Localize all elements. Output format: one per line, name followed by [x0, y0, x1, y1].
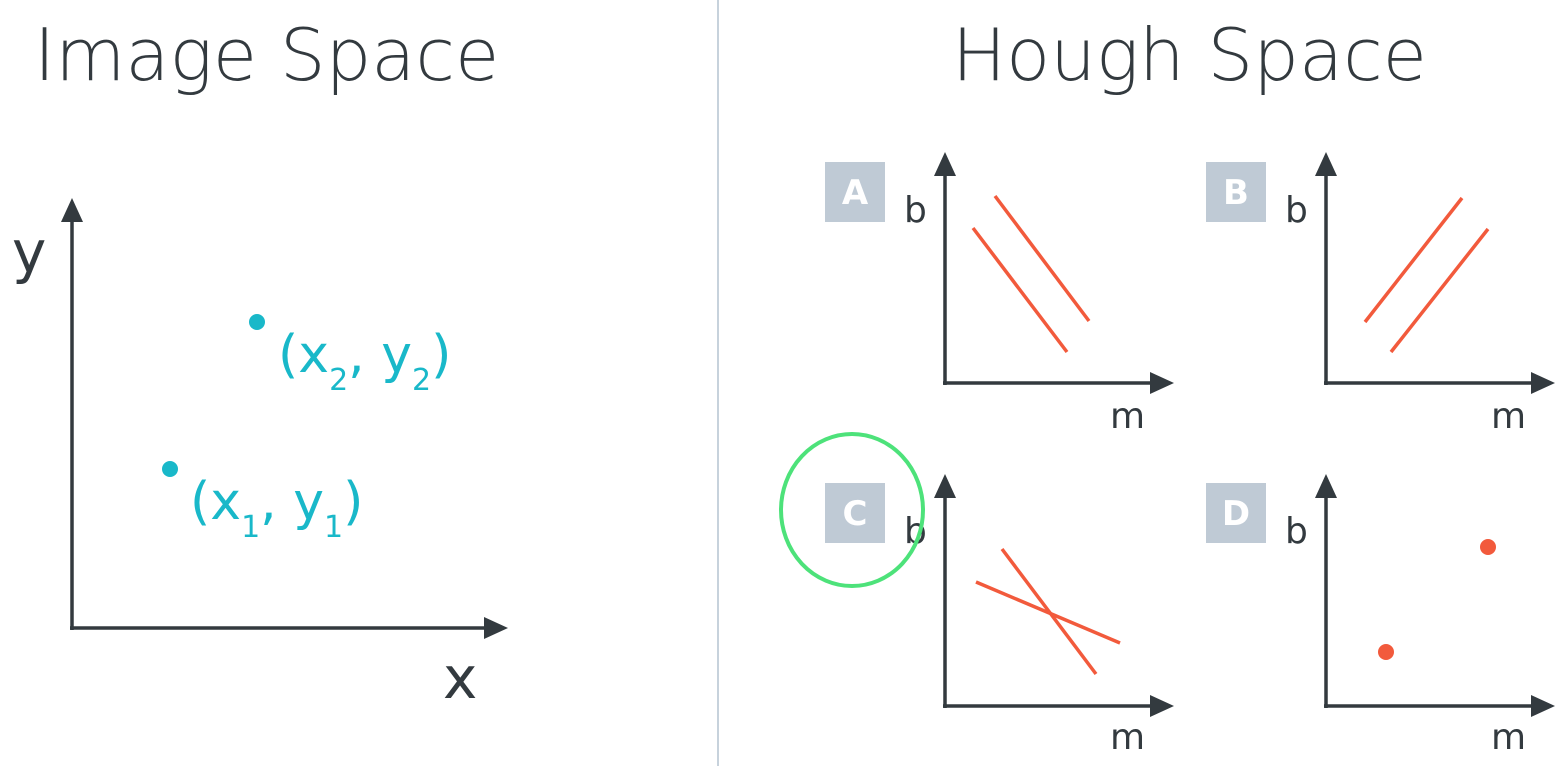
- point-1-label: (x1, y1): [190, 472, 363, 545]
- panel-a-m-label: m: [1110, 396, 1145, 437]
- image-y-label: y: [12, 218, 46, 286]
- panel-b-line-1: [1363, 196, 1464, 324]
- panel-b-y-arrow: [1315, 152, 1337, 176]
- panel-a[interactable]: A b m: [825, 152, 1174, 437]
- panel-d-x-arrow: [1531, 695, 1555, 717]
- panel-d-y-arrow: [1315, 474, 1337, 498]
- panel-a-line-2: [993, 194, 1091, 323]
- badge-d-label: D: [1222, 494, 1250, 534]
- panel-d[interactable]: D b m: [1206, 474, 1555, 758]
- point-2-dot: [249, 314, 265, 330]
- panel-d-point-2: [1378, 644, 1394, 660]
- panel-b-m-label: m: [1491, 396, 1526, 437]
- panel-a-x-arrow: [1150, 372, 1174, 394]
- panel-b-line-2: [1389, 227, 1490, 354]
- image-y-arrow: [61, 198, 83, 222]
- point-2-label: (x2, y2): [278, 325, 451, 398]
- hough-diagram: Image Space y x (x2, y2) (x1, y1) Hough …: [0, 0, 1564, 766]
- badge-c-label: C: [843, 494, 868, 534]
- point-1-dot: [162, 461, 178, 477]
- panel-d-point-1: [1480, 539, 1496, 555]
- image-x-label: x: [443, 644, 477, 712]
- panel-c[interactable]: C b m: [779, 432, 1174, 758]
- panel-c-line-2: [975, 580, 1121, 645]
- panel-c-m-label: m: [1110, 717, 1145, 758]
- badge-b-label: B: [1223, 173, 1249, 213]
- panel-a-line-1: [971, 226, 1069, 354]
- hough-space-title: Hough Space: [952, 13, 1427, 97]
- image-x-arrow: [484, 617, 508, 639]
- panel-b[interactable]: B b m: [1206, 152, 1555, 437]
- image-space-title: Image Space: [34, 13, 499, 97]
- panel-c-x-arrow: [1150, 695, 1174, 717]
- panel-a-y-arrow: [934, 152, 956, 176]
- panel-c-y-arrow: [934, 474, 956, 498]
- image-space-panel: Image Space y x (x2, y2) (x1, y1): [12, 13, 508, 712]
- hough-space-panel: Hough Space A b m B b m C b m D b m: [779, 13, 1555, 758]
- panel-d-m-label: m: [1491, 717, 1526, 758]
- badge-a-label: A: [842, 173, 869, 213]
- panel-a-b-label: b: [904, 190, 927, 231]
- panel-b-b-label: b: [1285, 190, 1308, 231]
- panel-d-b-label: b: [1285, 511, 1308, 552]
- panel-b-x-arrow: [1531, 372, 1555, 394]
